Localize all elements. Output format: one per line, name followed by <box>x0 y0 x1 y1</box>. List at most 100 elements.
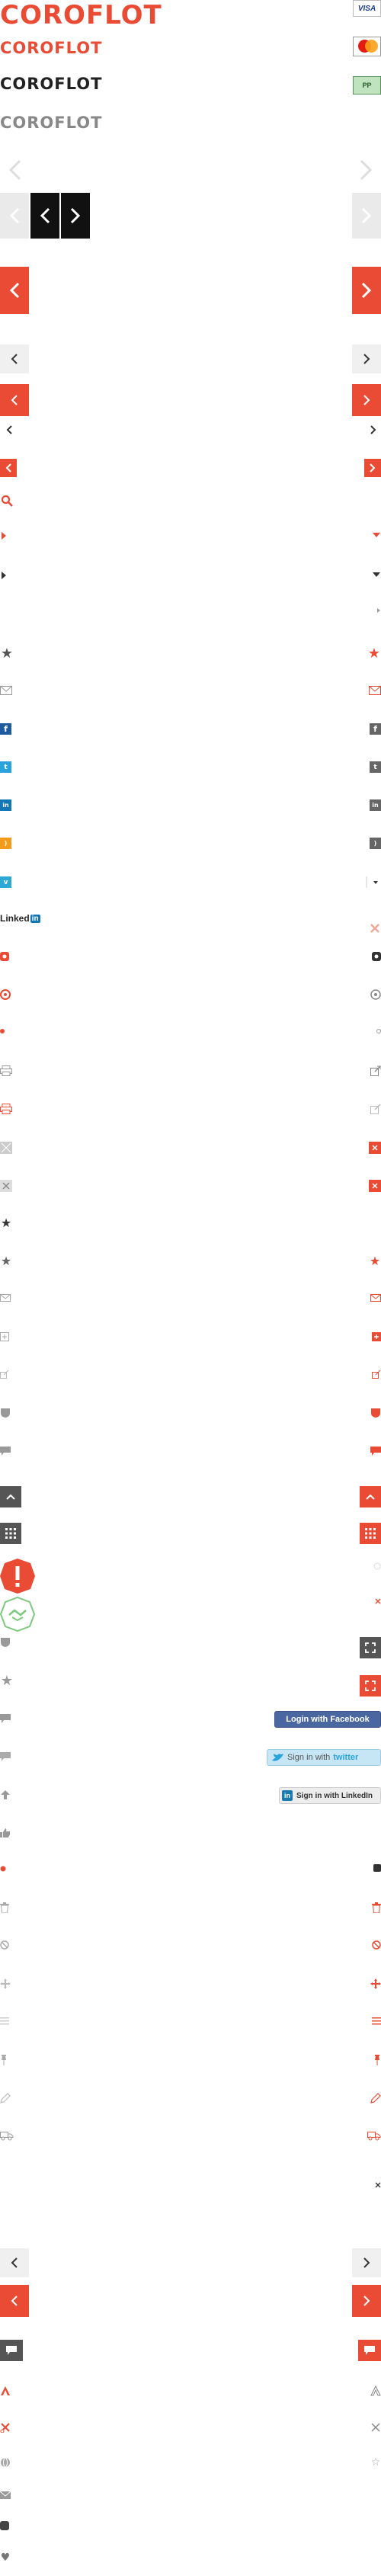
expand-red-button[interactable] <box>360 1675 381 1697</box>
mail-icon[interactable] <box>0 686 12 695</box>
rss-icon[interactable]: ) <box>0 838 11 849</box>
scissors-red-icon[interactable] <box>0 2422 11 2433</box>
instagram-red-icon[interactable] <box>0 952 9 961</box>
arrow-right-gray-button[interactable] <box>352 344 381 373</box>
pencil-red-icon[interactable] <box>370 2093 381 2103</box>
arrow-right-dark-button[interactable] <box>61 193 90 239</box>
external-link-light-icon[interactable] <box>370 1104 381 1114</box>
comment-gray-icon[interactable] <box>0 1446 11 1456</box>
dropdown-divider-icon[interactable] <box>366 876 381 888</box>
arrow-right-light-button[interactable] <box>352 193 381 239</box>
text-a-red-icon[interactable] <box>0 2385 11 2396</box>
star-icon[interactable]: ★ <box>0 647 14 661</box>
arrow-left-red-button[interactable] <box>0 384 29 416</box>
chat-red-button[interactable] <box>358 2340 381 2361</box>
arrow-right-red-2-button[interactable] <box>352 2285 381 2317</box>
triangle-down-dark-icon[interactable] <box>372 571 381 578</box>
comment-gray-2-icon[interactable] <box>0 1713 11 1724</box>
grid-red-button[interactable] <box>360 1523 381 1544</box>
triangle-right-red-icon[interactable] <box>0 531 8 540</box>
thumbs-up-icon[interactable] <box>0 1828 11 1838</box>
star-outline-icon[interactable]: ☆ <box>370 2457 381 2468</box>
pin-red-icon[interactable] <box>373 2055 381 2065</box>
triangle-right-dark-icon[interactable] <box>0 571 8 580</box>
trash-gray-icon[interactable] <box>0 1902 9 1913</box>
twitter-icon[interactable]: t <box>0 761 11 773</box>
truck-red-icon[interactable] <box>367 2130 381 2141</box>
shield-gray-icon[interactable] <box>0 1408 11 1418</box>
comment-gray-3-icon[interactable] <box>0 1751 11 1762</box>
mail-red-2-icon[interactable] <box>370 1294 381 1302</box>
clear-icon[interactable] <box>373 1562 381 1570</box>
chevron-left-small-icon[interactable] <box>3 424 15 436</box>
upload-gray-icon[interactable] <box>0 1789 11 1800</box>
arrow-right-red-small-button[interactable] <box>364 459 381 477</box>
scroll-top-red-button[interactable] <box>360 1486 381 1507</box>
star-red-icon[interactable]: ★ <box>367 647 381 661</box>
list-red-icon[interactable] <box>372 2017 381 2026</box>
instagram-dark-icon[interactable] <box>372 952 381 961</box>
text-a-gray-icon[interactable] <box>370 2385 381 2396</box>
linkedin-signin-button[interactable]: in Sign in with LinkedIn <box>279 1787 381 1804</box>
twitter-gray-icon[interactable]: t <box>370 761 381 773</box>
external-link-icon[interactable] <box>370 1065 381 1076</box>
arrow-left-dark-button[interactable] <box>30 193 59 239</box>
block-gray-icon[interactable] <box>0 1940 9 1950</box>
move-gray-icon[interactable] <box>0 1978 11 1989</box>
triangle-right-gray-icon[interactable] <box>376 607 381 614</box>
close-x-small-red-icon[interactable] <box>375 1598 381 1604</box>
star-gray-2-icon[interactable]: ★ <box>0 1674 14 1688</box>
print-icon[interactable] <box>0 1065 12 1076</box>
search-icon[interactable] <box>0 494 14 508</box>
shield-small-gray-icon[interactable] <box>0 1637 11 1648</box>
comment-red-icon[interactable] <box>370 1446 381 1456</box>
triangle-down-red-icon[interactable] <box>372 531 381 539</box>
arrow-right-red-button[interactable] <box>352 384 381 416</box>
star-red-2-icon[interactable]: ★ <box>369 1255 381 1267</box>
move-red-icon[interactable] <box>370 1978 381 1989</box>
arrow-right-red-large-button[interactable] <box>352 267 381 314</box>
mail-closed-gray-icon[interactable] <box>0 2491 11 2500</box>
share-red-icon[interactable] <box>372 1370 381 1379</box>
grid-gray-button[interactable] <box>0 1523 21 1544</box>
vimeo-icon[interactable]: v <box>0 876 11 888</box>
arrow-right-gray-2-button[interactable] <box>352 2248 381 2277</box>
mail-red-icon[interactable] <box>369 686 381 695</box>
linkedin-icon[interactable]: in <box>0 799 11 811</box>
scissors-gray-icon[interactable] <box>370 2422 381 2433</box>
mail-gray-icon[interactable] <box>0 1294 11 1302</box>
print-red-icon[interactable] <box>0 1104 12 1114</box>
expand-gray-button[interactable] <box>360 1637 381 1658</box>
close-x-icon[interactable] <box>369 922 381 934</box>
facebook-icon[interactable]: f <box>0 723 11 735</box>
close-square-red-2-icon[interactable] <box>369 1180 381 1192</box>
close-square-gray-icon[interactable] <box>0 1180 12 1192</box>
linkedin-gray-icon[interactable]: in <box>370 799 381 811</box>
plus-red-icon[interactable] <box>372 1332 381 1341</box>
rss-gray-icon[interactable]: ) <box>370 838 381 849</box>
list-gray-icon[interactable] <box>0 2017 9 2026</box>
chevron-left-outline-icon[interactable] <box>3 159 26 181</box>
pencil-gray-icon[interactable] <box>0 2093 11 2103</box>
dribbble-gray-icon[interactable] <box>370 989 381 1000</box>
dribbble-red-icon[interactable] <box>0 989 11 1000</box>
shield-red-icon[interactable] <box>370 1408 381 1418</box>
close-x-tiny-icon[interactable] <box>375 2182 381 2188</box>
scroll-top-gray-button[interactable] <box>0 1486 21 1507</box>
globe-gray-icon[interactable] <box>0 2457 11 2468</box>
arrow-left-light-button[interactable] <box>0 193 29 239</box>
close-square-red-icon[interactable] <box>369 1142 381 1154</box>
share-gray-icon[interactable] <box>0 1370 9 1379</box>
truck-gray-icon[interactable] <box>0 2130 14 2141</box>
chevron-right-small-icon[interactable] <box>367 424 379 436</box>
star-dark-icon[interactable]: ★ <box>0 1217 12 1229</box>
arrow-left-gray-2-button[interactable] <box>0 2248 29 2277</box>
arrow-left-red-small-button[interactable] <box>0 459 17 477</box>
chevron-right-outline-icon[interactable] <box>355 159 378 181</box>
arrow-left-red-2-button[interactable] <box>0 2285 29 2317</box>
plus-gray-icon[interactable] <box>0 1332 9 1341</box>
facebook-gray-icon[interactable]: f <box>370 723 381 735</box>
arrow-left-red-large-button[interactable] <box>0 267 29 314</box>
block-red-icon[interactable] <box>372 1940 381 1950</box>
pin-gray-icon[interactable] <box>0 2055 8 2065</box>
